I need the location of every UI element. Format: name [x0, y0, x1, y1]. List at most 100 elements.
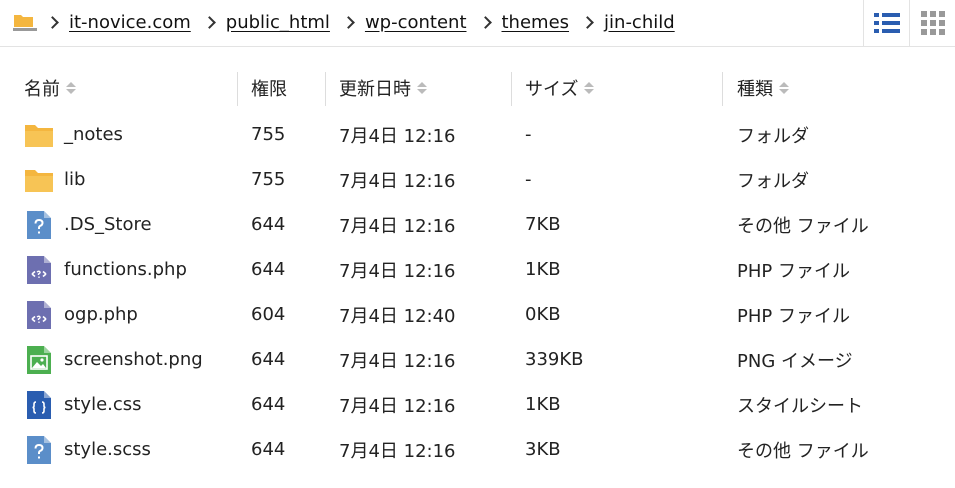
- file-permission: 604: [251, 304, 286, 325]
- file-name[interactable]: style.css: [64, 394, 142, 415]
- file-date: 7月4日 12:16: [339, 260, 456, 282]
- file-type: PHP ファイル: [737, 260, 850, 282]
- file-permission: 644: [251, 394, 286, 415]
- css-file-icon: [24, 390, 54, 420]
- file-permission: 755: [251, 124, 286, 145]
- file-name[interactable]: functions.php: [64, 259, 187, 280]
- php-file-icon: [24, 300, 54, 330]
- file-permission: 644: [251, 349, 286, 370]
- file-name[interactable]: _notes: [64, 124, 123, 145]
- column-divider[interactable]: [325, 72, 326, 106]
- file-size: 7KB: [525, 214, 561, 235]
- column-divider[interactable]: [511, 72, 512, 106]
- column-header-label: 種類: [737, 79, 773, 100]
- breadcrumb-item[interactable]: wp-content: [365, 12, 467, 33]
- file-type: その他 ファイル: [737, 215, 869, 237]
- file-type: スタイルシート: [737, 395, 863, 417]
- file-name-cell: ogp.php: [24, 292, 138, 337]
- table-row[interactable]: style.css 644 7月4日 12:16 1KB スタイルシート: [0, 382, 955, 427]
- toolbar: it-novice.com public_html wp-content the…: [0, 0, 955, 47]
- column-header-label: サイズ: [525, 79, 579, 100]
- folder-icon: [24, 165, 54, 195]
- table-row[interactable]: screenshot.png 644 7月4日 12:16 339KB PNG …: [0, 337, 955, 382]
- table-row[interactable]: ogp.php 604 7月4日 12:40 0KB PHP ファイル: [0, 292, 955, 337]
- file-date: 7月4日 12:40: [339, 305, 456, 327]
- file-permission: 755: [251, 169, 286, 190]
- column-divider[interactable]: [722, 72, 723, 106]
- column-header-date[interactable]: 更新日時: [339, 70, 427, 106]
- view-switcher: [863, 0, 955, 46]
- table-header: 名前 権限 更新日時 サイズ 種類: [0, 70, 955, 112]
- breadcrumb: it-novice.com public_html wp-content the…: [12, 11, 675, 33]
- list-view-icon: [873, 13, 900, 33]
- file-name[interactable]: .DS_Store: [64, 214, 152, 235]
- unknown-file-icon: [24, 435, 54, 465]
- file-date: 7月4日 12:16: [339, 215, 456, 237]
- php-file-icon: [24, 255, 54, 285]
- file-size: 1KB: [525, 259, 561, 280]
- column-header-size[interactable]: サイズ: [525, 70, 595, 106]
- home-folder-icon[interactable]: [12, 11, 38, 33]
- list-view-button[interactable]: [863, 0, 909, 46]
- file-date: 7月4日 12:16: [339, 125, 456, 147]
- file-size: -: [525, 169, 532, 190]
- file-type: PHP ファイル: [737, 305, 850, 327]
- file-type: フォルダ: [737, 125, 809, 147]
- breadcrumb-separator: [202, 15, 216, 29]
- file-name-cell: style.scss: [24, 427, 151, 472]
- table-row[interactable]: .DS_Store 644 7月4日 12:16 7KB その他 ファイル: [0, 202, 955, 247]
- breadcrumb-separator: [581, 15, 594, 29]
- breadcrumb-separator: [342, 15, 355, 29]
- file-name[interactable]: ogp.php: [64, 304, 138, 325]
- file-size: -: [525, 124, 532, 145]
- file-name[interactable]: style.scss: [64, 439, 151, 460]
- column-header-type[interactable]: 種類: [737, 70, 789, 106]
- file-size: 3KB: [525, 439, 561, 460]
- file-size: 339KB: [525, 349, 584, 370]
- file-type: その他 ファイル: [737, 440, 869, 462]
- column-header-label: 名前: [24, 79, 60, 100]
- file-date: 7月4日 12:16: [339, 395, 456, 417]
- file-size: 0KB: [525, 304, 561, 325]
- file-type: PNG イメージ: [737, 350, 853, 372]
- breadcrumb-item[interactable]: themes: [502, 12, 570, 33]
- unknown-file-icon: [24, 210, 54, 240]
- file-name-cell: functions.php: [24, 247, 187, 292]
- column-header-label: 権限: [251, 79, 287, 100]
- grid-view-button[interactable]: [909, 0, 955, 46]
- file-permission: 644: [251, 214, 286, 235]
- table-row[interactable]: lib 755 7月4日 12:16 - フォルダ: [0, 157, 955, 202]
- sort-icon: [584, 82, 595, 94]
- file-name[interactable]: screenshot.png: [64, 349, 203, 370]
- file-name-cell: lib: [24, 157, 85, 202]
- column-header-permission[interactable]: 権限: [251, 70, 287, 106]
- file-name[interactable]: lib: [64, 169, 85, 190]
- sort-icon: [779, 82, 789, 94]
- file-name-cell: screenshot.png: [24, 337, 203, 382]
- sort-icon: [66, 82, 76, 94]
- table-row[interactable]: _notes 755 7月4日 12:16 - フォルダ: [0, 112, 955, 157]
- column-header-label: 更新日時: [339, 79, 411, 100]
- file-date: 7月4日 12:16: [339, 170, 456, 192]
- column-divider[interactable]: [237, 72, 238, 106]
- file-name-cell: .DS_Store: [24, 202, 152, 247]
- breadcrumb-separator: [478, 15, 492, 29]
- breadcrumb-item[interactable]: public_html: [226, 12, 330, 33]
- file-name-cell: style.css: [24, 382, 142, 427]
- file-size: 1KB: [525, 394, 561, 415]
- breadcrumb-item[interactable]: jin-child: [604, 12, 675, 33]
- image-file-icon: [24, 345, 54, 375]
- file-table: 名前 権限 更新日時 サイズ 種類 _notes 755 7月4日 12:16 …: [0, 70, 955, 464]
- sort-icon: [417, 82, 427, 94]
- file-date: 7月4日 12:16: [339, 350, 456, 372]
- file-date: 7月4日 12:16: [339, 440, 456, 462]
- grid-view-icon: [920, 11, 945, 35]
- column-header-name[interactable]: 名前: [24, 70, 76, 106]
- file-permission: 644: [251, 259, 286, 280]
- file-type: フォルダ: [737, 170, 809, 192]
- file-name-cell: _notes: [24, 112, 123, 157]
- breadcrumb-item[interactable]: it-novice.com: [69, 12, 191, 33]
- table-row[interactable]: functions.php 644 7月4日 12:16 1KB PHP ファイ…: [0, 247, 955, 292]
- table-row[interactable]: style.scss 644 7月4日 12:16 3KB その他 ファイル: [0, 427, 955, 472]
- folder-icon: [24, 120, 54, 150]
